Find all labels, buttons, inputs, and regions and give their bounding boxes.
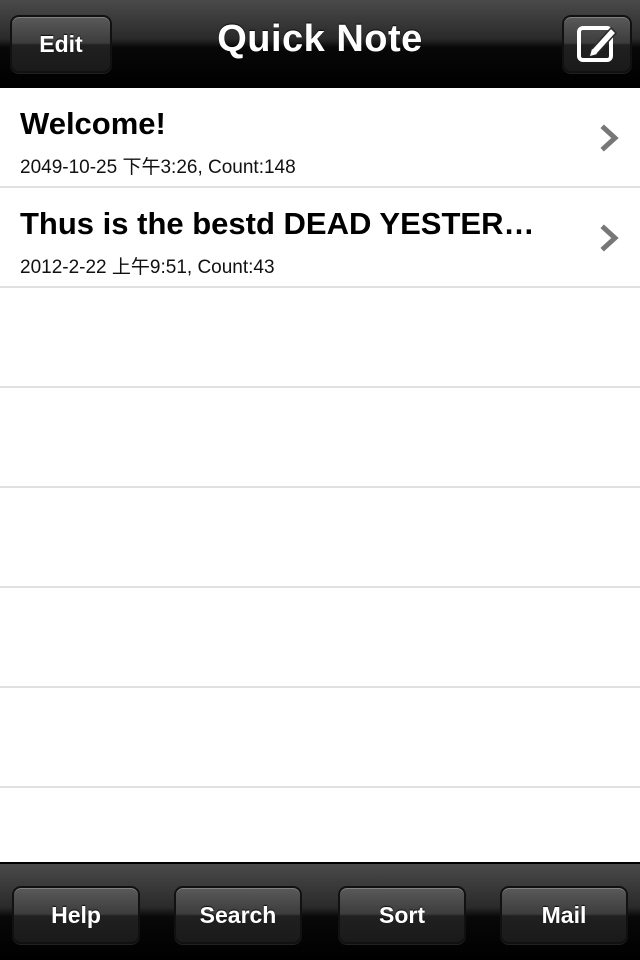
empty-row	[0, 688, 640, 788]
note-row-thus[interactable]: Thus is the bestd DEAD YESTER… 2012-2-22…	[0, 188, 640, 288]
empty-row	[0, 588, 640, 688]
chevron-right-icon	[600, 124, 619, 152]
sort-button-label: Sort	[379, 901, 425, 928]
bottom-toolbar: Help Search Sort Mail	[0, 862, 640, 960]
note-meta: 2049-10-25 下午3:26, Count:148	[20, 157, 296, 178]
note-title: Welcome!	[20, 106, 166, 141]
mail-button[interactable]: Mail	[500, 886, 628, 944]
search-button-label: Search	[199, 901, 277, 928]
notes-list: Welcome! 2049-10-25 下午3:26, Count:148 Th…	[0, 88, 640, 862]
empty-row	[0, 288, 640, 388]
empty-row	[0, 788, 640, 862]
note-title: Thus is the bestd DEAD YESTER…	[20, 206, 535, 241]
mail-button-label: Mail	[541, 901, 587, 928]
empty-row	[0, 388, 640, 488]
sort-button[interactable]: Sort	[338, 886, 466, 944]
help-button-label: Help	[51, 901, 101, 928]
chevron-right-icon	[600, 224, 619, 252]
compose-icon	[577, 26, 618, 62]
empty-row	[0, 488, 640, 588]
page-title: Quick Note	[217, 18, 423, 60]
help-button[interactable]: Help	[12, 886, 140, 944]
search-button[interactable]: Search	[174, 886, 302, 944]
note-row-welcome[interactable]: Welcome! 2049-10-25 下午3:26, Count:148	[0, 88, 640, 188]
compose-button[interactable]	[562, 15, 632, 73]
navigation-bar: Edit Quick Note	[0, 0, 640, 88]
note-meta: 2012-2-22 上午9:51, Count:43	[20, 257, 275, 278]
